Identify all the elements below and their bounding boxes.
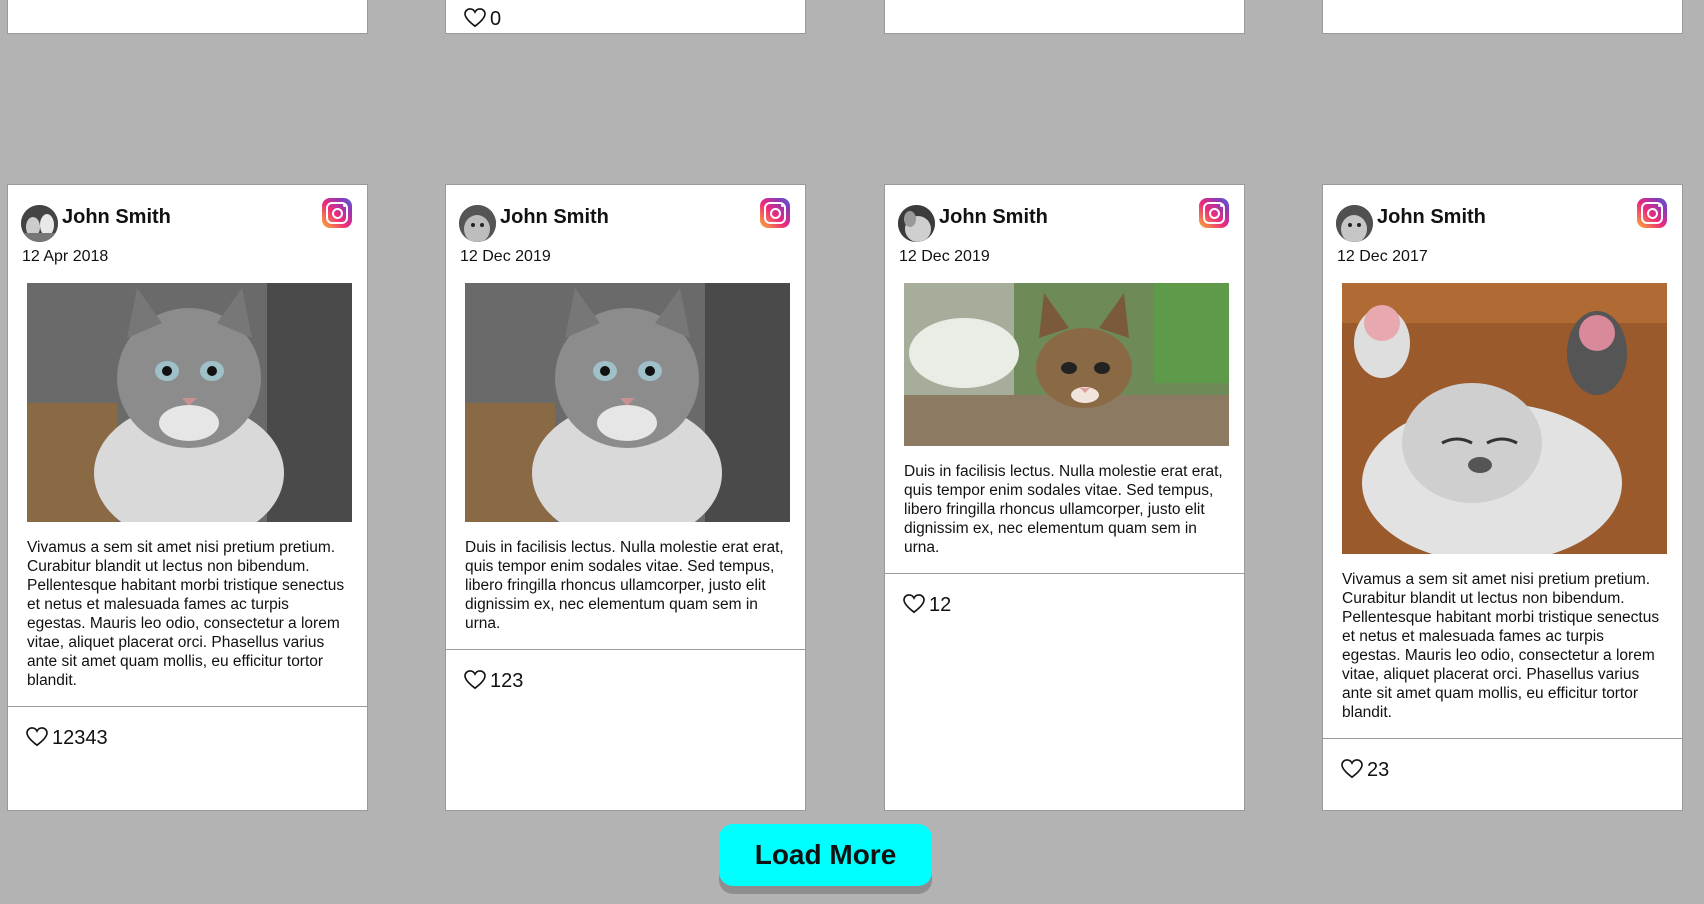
post-date: 12 Dec 2019	[899, 248, 990, 265]
likes-row: 23	[1323, 739, 1682, 799]
avatar[interactable]	[459, 205, 496, 242]
heart-icon[interactable]	[464, 8, 486, 28]
heart-icon[interactable]	[1341, 759, 1363, 779]
author-name[interactable]: John Smith	[500, 206, 609, 229]
author-name[interactable]: John Smith	[939, 206, 1048, 229]
heart-icon[interactable]	[464, 670, 486, 690]
post-card: John Smith 12 Dec 2017 Vivamus a sem sit…	[1322, 184, 1683, 811]
likes-row: 12	[885, 574, 1244, 634]
post-text: Vivamus a sem sit amet nisi pretium pret…	[27, 539, 345, 689]
instagram-icon[interactable]	[1637, 198, 1667, 228]
post-card-partial: 0	[445, 0, 806, 34]
post-header: John Smith 12 Dec 2019	[446, 185, 805, 265]
post-card: John Smith 12 Dec 2019 Duis in facilisis…	[445, 184, 806, 811]
post-card-partial	[884, 0, 1245, 34]
post-text: Duis in facilisis lectus. Nulla molestie…	[465, 539, 784, 632]
post-header: John Smith 12 Dec 2017	[1323, 185, 1682, 265]
post-header: John Smith 12 Dec 2019	[885, 185, 1244, 265]
post-date: 12 Dec 2017	[1337, 248, 1428, 265]
like-count: 0	[490, 8, 502, 30]
post-card: John Smith 12 Dec 2019 Duis in facilisis…	[884, 184, 1245, 811]
instagram-icon[interactable]	[760, 198, 790, 228]
instagram-icon[interactable]	[322, 198, 352, 228]
load-more-container: Load More	[719, 824, 932, 894]
post-image[interactable]	[1342, 283, 1667, 554]
avatar[interactable]	[898, 205, 935, 242]
post-text: Vivamus a sem sit amet nisi pretium pret…	[1342, 571, 1660, 721]
post-date: 12 Apr 2018	[22, 248, 109, 265]
like-count: 123	[490, 670, 524, 692]
like-count: 23	[1367, 759, 1390, 781]
post-text: Duis in facilisis lectus. Nulla molestie…	[904, 463, 1223, 556]
like-count: 12343	[52, 727, 108, 749]
heart-icon[interactable]	[903, 594, 925, 614]
like-count: 12	[929, 594, 952, 616]
post-card: John Smith 12 Apr 2018 Vivamus a sem sit…	[7, 184, 368, 811]
post-header: John Smith 12 Apr 2018	[8, 185, 367, 265]
avatar[interactable]	[21, 205, 58, 242]
author-name[interactable]: John Smith	[1377, 206, 1486, 229]
likes-row: 123	[446, 650, 805, 710]
post-image[interactable]	[27, 283, 352, 522]
avatar[interactable]	[1336, 205, 1373, 242]
post-image[interactable]	[904, 283, 1229, 446]
post-card-partial	[7, 0, 368, 34]
instagram-icon[interactable]	[1199, 198, 1229, 228]
post-card-partial	[1322, 0, 1683, 34]
likes-row: 12343	[8, 707, 367, 767]
author-name[interactable]: John Smith	[62, 206, 171, 229]
post-date: 12 Dec 2019	[460, 248, 551, 265]
heart-icon[interactable]	[26, 727, 48, 747]
post-image[interactable]	[465, 283, 790, 522]
load-more-button[interactable]: Load More	[719, 824, 932, 886]
